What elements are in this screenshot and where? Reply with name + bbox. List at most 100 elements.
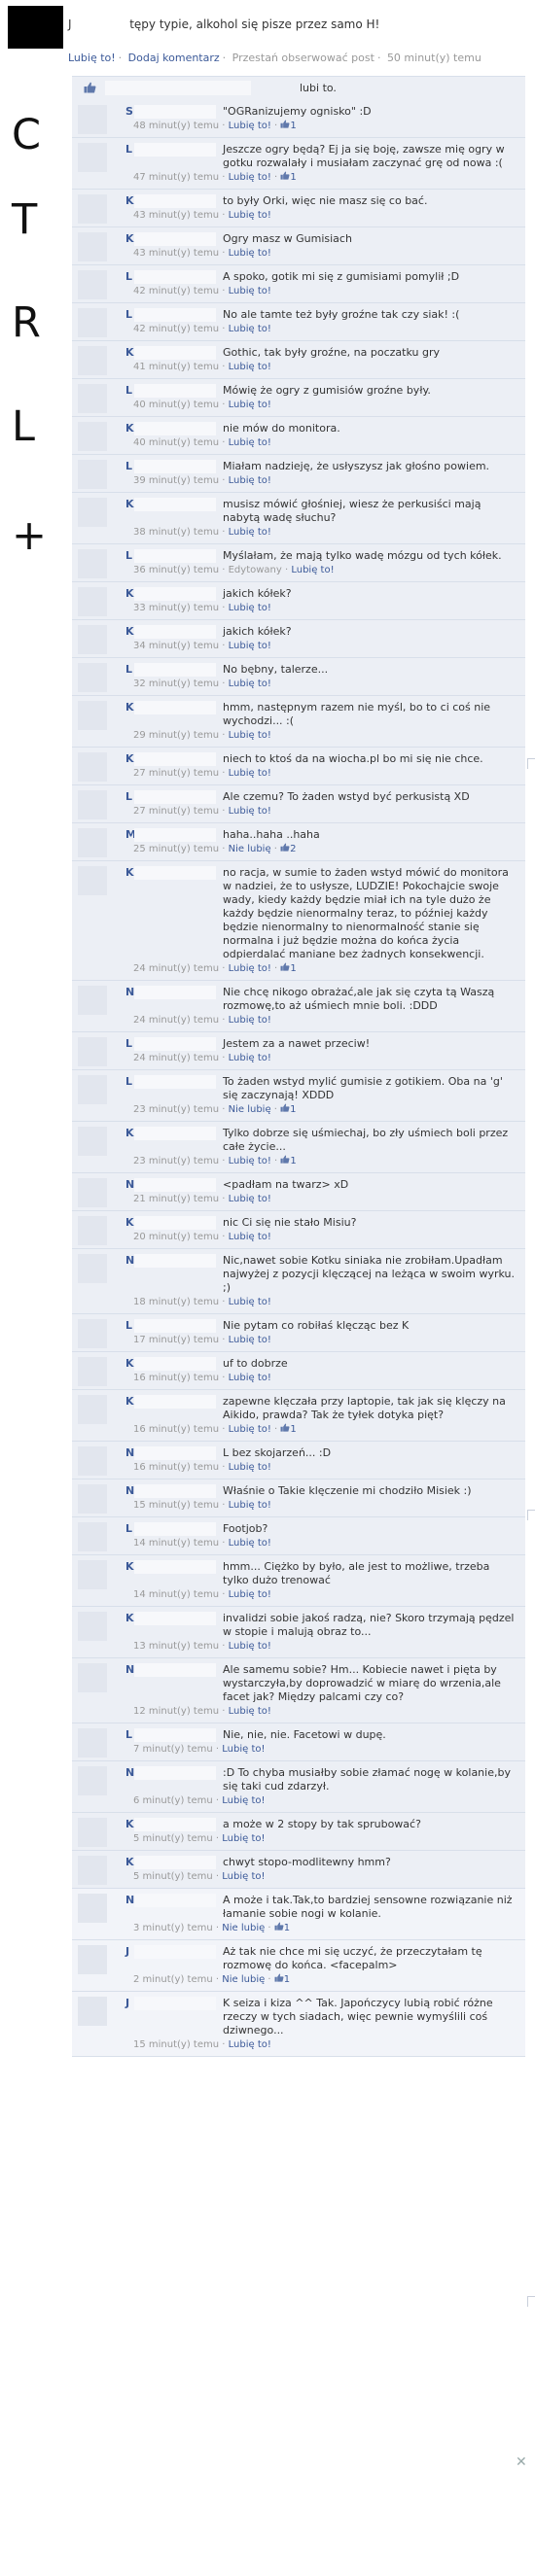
like-comment-link[interactable]: Lubię to! <box>229 768 271 779</box>
like-comment-link[interactable]: Nie lubię <box>229 844 271 854</box>
avatar[interactable] <box>78 1894 107 1923</box>
like-comment-link[interactable]: Lubię to! <box>229 1500 271 1511</box>
comment-author-initial[interactable]: N <box>125 1484 134 1498</box>
author-name-redacted[interactable] <box>134 587 216 601</box>
comment-author-initial[interactable]: J <box>125 1997 129 2010</box>
like-comment-link[interactable]: Lubię to! <box>229 1156 271 1166</box>
comment-timestamp[interactable]: 27 minut(y) temu <box>133 806 219 817</box>
avatar[interactable] <box>78 1945 107 1974</box>
like-comment-link[interactable]: Lubię to! <box>229 362 271 372</box>
like-comment-link[interactable]: Lubię to! <box>229 806 271 817</box>
like-count[interactable]: 1 <box>280 1103 297 1115</box>
author-name-redacted[interactable] <box>134 1945 216 1959</box>
avatar[interactable] <box>78 498 107 527</box>
avatar[interactable] <box>78 232 107 261</box>
like-comment-link[interactable]: Lubię to! <box>229 603 271 613</box>
avatar[interactable] <box>78 828 107 857</box>
author-name-redacted[interactable] <box>134 232 216 246</box>
author-name-redacted[interactable] <box>134 1357 216 1371</box>
comment-author-initial[interactable]: K <box>125 1127 134 1140</box>
author-name-redacted[interactable] <box>134 828 216 842</box>
author-name-redacted[interactable] <box>134 1254 216 1268</box>
avatar[interactable] <box>78 790 107 819</box>
avatar[interactable] <box>78 1856 107 1885</box>
like-comment-link[interactable]: Lubię to! <box>291 565 334 575</box>
avatar[interactable] <box>78 346 107 375</box>
comment-author-initial[interactable]: L <box>125 270 132 284</box>
comment-author-initial[interactable]: K <box>125 701 134 714</box>
author-name-redacted[interactable] <box>134 308 216 322</box>
like-comment-link[interactable]: Lubię to! <box>229 475 271 486</box>
like-comment-link[interactable]: Lubię to! <box>229 679 271 689</box>
like-comment-link[interactable]: Lubię to! <box>229 730 271 741</box>
avatar[interactable] <box>78 701 107 730</box>
comment-timestamp[interactable]: 20 minut(y) temu <box>133 1232 219 1242</box>
avatar[interactable] <box>78 1037 107 1066</box>
avatar[interactable] <box>78 1766 107 1795</box>
comment-author-initial[interactable]: K <box>125 1612 134 1625</box>
comment-timestamp[interactable]: 32 minut(y) temu <box>133 679 219 689</box>
comment-timestamp[interactable]: 36 minut(y) temu · Edytowany <box>133 565 282 575</box>
author-name-redacted[interactable] <box>134 1894 216 1907</box>
avatar[interactable] <box>78 1997 107 2026</box>
comment-author-initial[interactable]: N <box>125 1894 134 1907</box>
avatar[interactable] <box>78 986 107 1015</box>
avatar[interactable] <box>78 1446 107 1476</box>
author-name-redacted[interactable] <box>134 1856 216 1869</box>
author-name-redacted[interactable] <box>134 1728 216 1742</box>
comment-timestamp[interactable]: 38 minut(y) temu <box>133 527 219 538</box>
comment-author-initial[interactable]: N <box>125 1766 134 1780</box>
author-name-redacted[interactable] <box>134 1216 216 1230</box>
avatar[interactable] <box>78 1728 107 1758</box>
comment-author-initial[interactable]: N <box>125 1254 134 1268</box>
comment-timestamp[interactable]: 16 minut(y) temu <box>133 1462 219 1473</box>
comment-author-initial[interactable]: K <box>125 194 134 208</box>
comment-author-initial[interactable]: L <box>125 460 132 473</box>
comment-timestamp[interactable]: 7 minut(y) temu <box>133 1744 213 1755</box>
like-comment-link[interactable]: Lubię to! <box>229 1424 271 1435</box>
author-name-redacted[interactable] <box>134 701 216 714</box>
avatar[interactable] <box>78 143 107 172</box>
author-name-redacted[interactable] <box>134 1612 216 1625</box>
close-icon[interactable]: ✕ <box>516 2454 527 2470</box>
avatar[interactable] <box>78 194 107 224</box>
like-comment-link[interactable]: Lubię to! <box>229 1297 271 1307</box>
comment-timestamp[interactable]: 47 minut(y) temu <box>133 172 219 183</box>
comment-author-initial[interactable]: K <box>125 587 134 601</box>
comment-author-initial[interactable]: L <box>125 1075 132 1089</box>
like-count[interactable]: 1 <box>274 1973 290 1985</box>
comment-author-initial[interactable]: K <box>125 866 134 880</box>
comment-author-initial[interactable]: K <box>125 1856 134 1869</box>
comment-timestamp[interactable]: 13 minut(y) temu <box>133 1641 219 1652</box>
like-comment-link[interactable]: Lubię to! <box>229 1335 271 1345</box>
like-comment-link[interactable]: Lubię to! <box>229 172 271 183</box>
comment-timestamp[interactable]: 40 minut(y) temu <box>133 437 219 448</box>
post-author-initial[interactable]: J <box>68 17 72 31</box>
comment-author-initial[interactable]: L <box>125 1522 132 1536</box>
author-name-redacted[interactable] <box>134 1395 216 1409</box>
add-comment-link[interactable]: Dodaj komentarz <box>128 52 220 64</box>
like-comment-link[interactable]: Lubię to! <box>222 1833 265 1844</box>
comment-timestamp[interactable]: 14 minut(y) temu <box>133 1538 219 1549</box>
comment-timestamp[interactable]: 14 minut(y) temu <box>133 1589 219 1600</box>
like-comment-link[interactable]: Lubię to! <box>229 1538 271 1549</box>
comment-timestamp[interactable]: 18 minut(y) temu <box>133 1297 219 1307</box>
comment-timestamp[interactable]: 15 minut(y) temu <box>133 2039 219 2050</box>
comment-author-initial[interactable]: K <box>125 422 134 435</box>
like-comment-link[interactable]: Lubię to! <box>229 1373 271 1383</box>
avatar[interactable] <box>78 1522 107 1551</box>
like-comment-link[interactable]: Nie lubię <box>222 1974 265 1985</box>
avatar[interactable] <box>78 1127 107 1156</box>
avatar[interactable] <box>78 866 107 895</box>
comment-timestamp[interactable]: 48 minut(y) temu <box>133 121 219 131</box>
comment-timestamp[interactable]: 24 minut(y) temu <box>133 963 219 974</box>
like-comment-link[interactable]: Lubię to! <box>229 437 271 448</box>
author-name-redacted[interactable] <box>134 422 216 435</box>
avatar[interactable] <box>78 460 107 489</box>
avatar[interactable] <box>78 587 107 616</box>
avatar[interactable] <box>78 1484 107 1514</box>
comment-author-initial[interactable]: L <box>125 790 132 804</box>
author-name-redacted[interactable] <box>134 1522 216 1536</box>
like-comment-link[interactable]: Lubię to! <box>229 1462 271 1473</box>
avatar[interactable] <box>78 105 107 134</box>
